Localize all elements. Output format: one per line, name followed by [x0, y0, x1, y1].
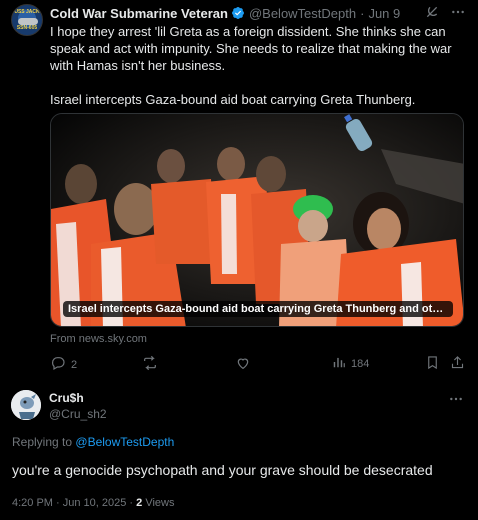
- retweet-button[interactable]: [142, 355, 163, 374]
- reply-author-handle[interactable]: @Cru_sh2: [49, 407, 107, 421]
- reply-icon: [50, 355, 66, 374]
- tweet-header: Cold War Submarine Veteran @BelowTestDep…: [50, 5, 400, 21]
- views-button[interactable]: 184: [332, 355, 369, 372]
- author-handle[interactable]: @BelowTestDepth: [249, 6, 356, 21]
- avatar-badge-top: USS JACK: [14, 9, 40, 15]
- like-icon: [235, 355, 251, 374]
- reply-button[interactable]: 2: [50, 355, 77, 374]
- link-card-media[interactable]: Israel intercepts Gaza-bound aid boat ca…: [50, 113, 464, 327]
- share-icon: [450, 355, 465, 373]
- retweet-icon: [142, 355, 158, 374]
- reply-meta: 4:20 PM · Jun 10, 2025 · 2 Views: [12, 497, 174, 509]
- like-button[interactable]: [235, 355, 256, 374]
- replying-prefix: Replying to: [12, 435, 73, 449]
- reply-views-label: Views: [145, 497, 175, 509]
- media-caption: Israel intercepts Gaza-bound aid boat ca…: [63, 301, 453, 317]
- verified-badge-icon: [231, 6, 245, 20]
- views-icon: [332, 355, 346, 372]
- author-name[interactable]: Cold War Submarine Veteran: [50, 6, 228, 21]
- views-count: 184: [351, 357, 370, 370]
- tweet-text-paragraph-2: Israel intercepts Gaza-bound aid boat ca…: [50, 92, 416, 107]
- tweet-text-paragraph-1: I hope they arrest 'lil Greta as a forei…: [50, 24, 452, 73]
- separator-dot: ·: [360, 5, 365, 21]
- avatar-submarine-shape: [18, 18, 38, 25]
- tweet-actions: 2 184: [50, 355, 464, 373]
- replying-to-link[interactable]: @BelowTestDepth: [75, 435, 174, 449]
- reply-author-name[interactable]: Cru$h: [49, 391, 84, 405]
- news-photo: [51, 114, 463, 326]
- more-icon[interactable]: [450, 4, 466, 25]
- reply-more-icon[interactable]: [448, 391, 464, 412]
- reply-count: 2: [71, 358, 78, 371]
- bookmark-icon: [425, 355, 440, 373]
- tweet-top-icons: [424, 4, 466, 25]
- grok-icon[interactable]: [424, 4, 440, 25]
- author-avatar[interactable]: USS JACK SSN-605: [11, 4, 43, 36]
- replying-to: Replying to @BelowTestDepth: [12, 435, 174, 449]
- reply-author-avatar[interactable]: [11, 390, 41, 420]
- link-source[interactable]: From news.sky.com: [50, 333, 147, 345]
- avatar-badge-bottom: SSN-605: [16, 25, 38, 31]
- tweet-date[interactable]: Jun 9: [368, 6, 400, 21]
- reply-text: you're a genocide psychopath and your gr…: [12, 462, 433, 478]
- reply-views-count: 2: [136, 497, 143, 509]
- reply-timestamp[interactable]: 4:20 PM · Jun 10, 2025 ·: [12, 497, 133, 509]
- tweet-body: I hope they arrest 'lil Greta as a forei…: [50, 23, 460, 108]
- share-button[interactable]: [450, 355, 465, 373]
- bookmark-button[interactable]: [425, 355, 440, 373]
